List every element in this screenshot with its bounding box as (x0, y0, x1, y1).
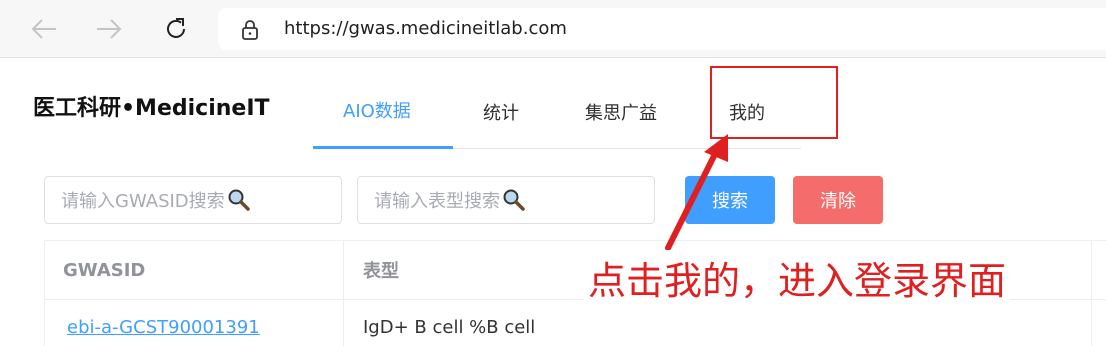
trait-placeholder: 请输入表型搜索 (374, 191, 500, 212)
trait-search-input[interactable]: 请输入表型搜索 (357, 176, 655, 224)
clear-button[interactable]: 清除 (793, 176, 883, 224)
annotation-highlight-box (710, 66, 838, 139)
site-title: 医工科研•MedicineIT (33, 96, 270, 121)
column-header-trait[interactable]: 表型 (363, 241, 399, 299)
page: https://gwas.medicineitlab.com 医工科研•Medi… (0, 0, 1106, 346)
magnifier-icon (502, 188, 526, 212)
url-text[interactable]: https://gwas.medicineitlab.com (284, 18, 567, 39)
reload-icon[interactable] (160, 13, 192, 45)
tab-aio-data[interactable]: AIO数据 (313, 74, 453, 149)
address-bar[interactable]: https://gwas.medicineitlab.com (218, 8, 1106, 50)
gwasid-search-input[interactable]: 请输入GWASID搜索 (44, 176, 342, 224)
back-arrow-icon[interactable] (28, 13, 60, 45)
browser-toolbar: https://gwas.medicineitlab.com (0, 0, 1106, 58)
column-divider (1091, 241, 1092, 346)
forward-arrow-icon[interactable] (93, 13, 125, 45)
trait-cell: IgD+ B cell %B cell (363, 317, 536, 338)
annotation-text: 点击我的，进入登录界面 (584, 250, 1011, 305)
annotation-arrow-icon (665, 134, 728, 251)
gwasid-link[interactable]: ebi-a-GCST90001391 (67, 317, 260, 338)
tab-statistics[interactable]: 统计 (483, 74, 519, 149)
magnifier-icon (227, 188, 251, 212)
tab-brainstorm[interactable]: 集思广益 (585, 74, 657, 149)
column-header-gwasid[interactable]: GWASID (63, 241, 145, 299)
gwasid-placeholder: 请输入GWASID搜索 (61, 191, 225, 212)
column-divider (343, 241, 344, 346)
lock-icon[interactable] (240, 19, 260, 45)
